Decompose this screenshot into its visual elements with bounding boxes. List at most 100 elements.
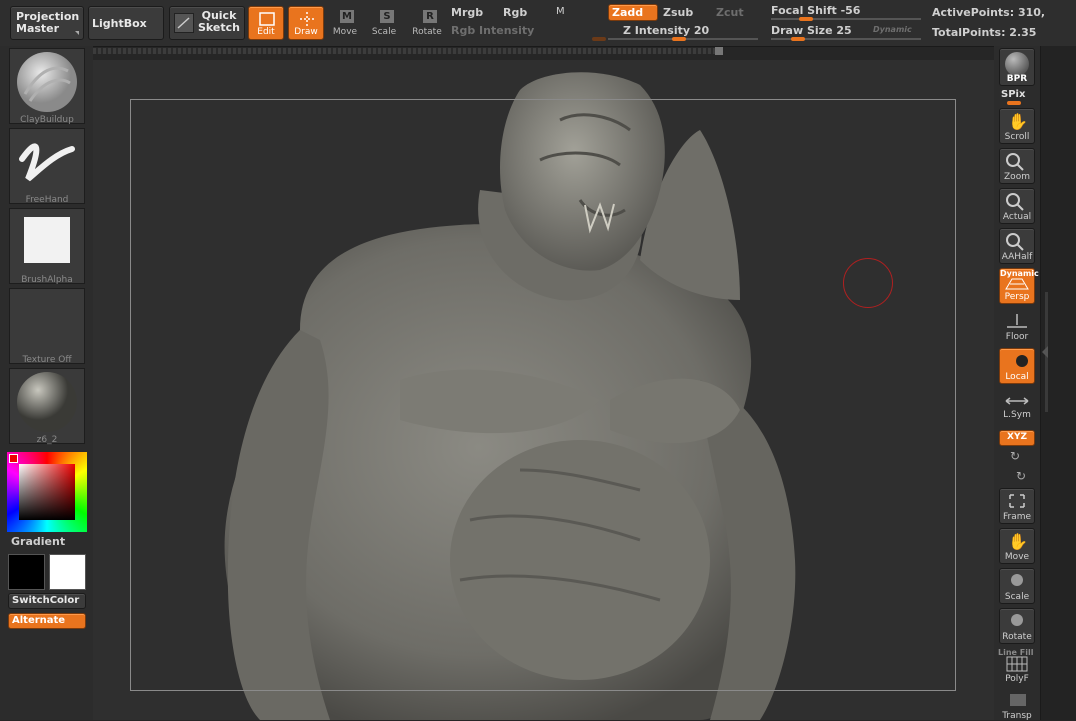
- texture-label: Texture Off: [22, 355, 72, 365]
- mrgb-button[interactable]: Mrgb: [451, 6, 483, 19]
- edit-button[interactable]: Edit: [248, 6, 284, 40]
- move-label: Move: [332, 27, 358, 37]
- projection-master-button[interactable]: Projection Master: [10, 6, 84, 40]
- zadd-label: Zadd: [612, 6, 644, 19]
- rotate-view-label: Rotate: [1002, 632, 1032, 642]
- rotate-view-icon: [1011, 614, 1023, 626]
- rotate-z-icon[interactable]: ↻: [1016, 469, 1026, 483]
- alternate-button[interactable]: Alternate: [8, 613, 86, 629]
- dynamic-toggle[interactable]: Dynamic: [873, 25, 912, 34]
- edit-icon: [259, 12, 275, 26]
- move-view-label: Move: [1004, 552, 1030, 562]
- bpr-button[interactable]: BPR: [999, 48, 1035, 86]
- rgb-button[interactable]: Rgb: [503, 6, 527, 19]
- lsym-button[interactable]: L.Sym: [999, 390, 1035, 422]
- quick-sketch-label: Quick Sketch: [197, 9, 240, 34]
- focal-shift-slider[interactable]: Focal Shift -56: [771, 4, 860, 17]
- local-button[interactable]: Local: [999, 348, 1035, 384]
- right-edge-tray: [1040, 46, 1076, 720]
- move-hand-icon: ✋: [1008, 532, 1028, 551]
- local-label: Local: [1005, 372, 1029, 382]
- xyz-button[interactable]: XYZ: [999, 430, 1035, 446]
- switch-color-button[interactable]: SwitchColor: [8, 593, 86, 609]
- xyz-label: XYZ: [1007, 432, 1027, 442]
- actual-button[interactable]: Actual: [999, 188, 1035, 224]
- m-button[interactable]: M: [556, 6, 565, 17]
- transp-button[interactable]: Transp: [999, 690, 1035, 721]
- spix-label: SPix: [1001, 89, 1026, 100]
- zsub-button[interactable]: Zsub: [663, 6, 693, 19]
- active-points: ActivePoints: 310,: [932, 6, 1046, 19]
- quick-sketch-button[interactable]: Quick Sketch: [169, 6, 245, 40]
- left-tray: ClayBuildup FreeHand BrushAlpha Texture …: [0, 46, 93, 720]
- bpr-sphere-icon: [1005, 52, 1029, 76]
- lsym-label: L.Sym: [1003, 410, 1031, 420]
- brush-thumbnail[interactable]: [9, 48, 85, 124]
- texture-thumbnail[interactable]: [9, 288, 85, 364]
- local-transform-icon: [1016, 355, 1028, 367]
- zcut-button[interactable]: Zcut: [716, 6, 744, 19]
- aahalf-button[interactable]: AAHalf: [999, 228, 1035, 264]
- move-icon: M: [340, 10, 354, 23]
- projection-master-label: Projection Master: [16, 10, 80, 35]
- primary-color-swatch[interactable]: [8, 554, 45, 590]
- tray-collapse-icon[interactable]: [1042, 346, 1048, 358]
- polyf-label: PolyF: [1005, 674, 1029, 684]
- canvas-scroll-handle[interactable]: [715, 47, 723, 55]
- draw-size-slider[interactable]: Draw Size 25: [771, 24, 852, 37]
- canvas-top-bar: [93, 48, 723, 54]
- move-button[interactable]: M Move: [328, 6, 362, 40]
- stroke-thumbnail[interactable]: [9, 128, 85, 204]
- brush-label: ClayBuildup: [20, 115, 74, 125]
- stroke-label: FreeHand: [25, 195, 69, 205]
- color-picker[interactable]: [7, 452, 87, 532]
- clay-buildup-icon: [17, 52, 77, 112]
- zoom-button[interactable]: Zoom: [999, 148, 1035, 184]
- switch-color-label: SwitchColor: [12, 595, 80, 606]
- rotate-button[interactable]: R Rotate: [408, 6, 446, 40]
- scale-button[interactable]: S Scale: [367, 6, 401, 40]
- document-frame: [130, 99, 956, 691]
- hand-icon: ✋: [1008, 112, 1028, 131]
- alternate-label: Alternate: [12, 615, 66, 626]
- draw-button[interactable]: Draw: [288, 6, 324, 40]
- bpr-label: BPR: [1006, 74, 1028, 84]
- rgb-intensity-knob: [592, 37, 606, 41]
- scale-icon: S: [380, 10, 394, 23]
- edit-label: Edit: [257, 27, 275, 37]
- scroll-label: Scroll: [1004, 132, 1030, 142]
- move-view-button[interactable]: ✋ Move: [999, 528, 1035, 564]
- zadd-button[interactable]: Zadd: [608, 4, 658, 21]
- z-intensity-slider[interactable]: Z Intensity 20: [623, 24, 709, 37]
- draw-label: Draw: [294, 27, 318, 37]
- floor-button[interactable]: Floor: [999, 308, 1035, 344]
- rotate-y-icon[interactable]: ↻: [1010, 449, 1020, 463]
- rotate-view-button[interactable]: Rotate: [999, 608, 1035, 644]
- persp-label: Persp: [1004, 292, 1030, 302]
- aahalf-icon: [1006, 233, 1024, 251]
- freehand-stroke-icon: [19, 143, 75, 182]
- scale-view-icon: [1011, 574, 1023, 586]
- material-thumbnail[interactable]: [9, 368, 85, 444]
- zoom-magnifier-icon: [1006, 153, 1024, 171]
- symmetry-arrows-icon: [1005, 397, 1029, 405]
- persp-button[interactable]: Dynamic Persp: [999, 268, 1039, 304]
- frame-button[interactable]: Frame: [999, 488, 1035, 524]
- gradient-label: Gradient: [11, 535, 66, 548]
- lightbox-button[interactable]: LightBox: [88, 6, 164, 40]
- spix-knob: [1007, 101, 1021, 105]
- scroll-button[interactable]: ✋ Scroll: [999, 108, 1035, 144]
- spix-slider[interactable]: SPix: [1001, 89, 1025, 100]
- polyf-button[interactable]: PolyF: [999, 650, 1035, 686]
- scale-view-button[interactable]: Scale: [999, 568, 1035, 604]
- total-points: TotalPoints: 2.35: [932, 26, 1037, 39]
- alpha-label: BrushAlpha: [21, 275, 73, 285]
- focal-shift-knob: [799, 17, 813, 21]
- rgb-intensity-slider[interactable]: Rgb Intensity: [451, 24, 534, 37]
- actual-label: Actual: [1002, 212, 1032, 222]
- scale-view-label: Scale: [1004, 592, 1030, 602]
- color-picker-square[interactable]: [19, 464, 75, 520]
- alpha-thumbnail[interactable]: [9, 208, 85, 284]
- rotate-label: Rotate: [412, 27, 442, 37]
- secondary-color-swatch[interactable]: [49, 554, 86, 590]
